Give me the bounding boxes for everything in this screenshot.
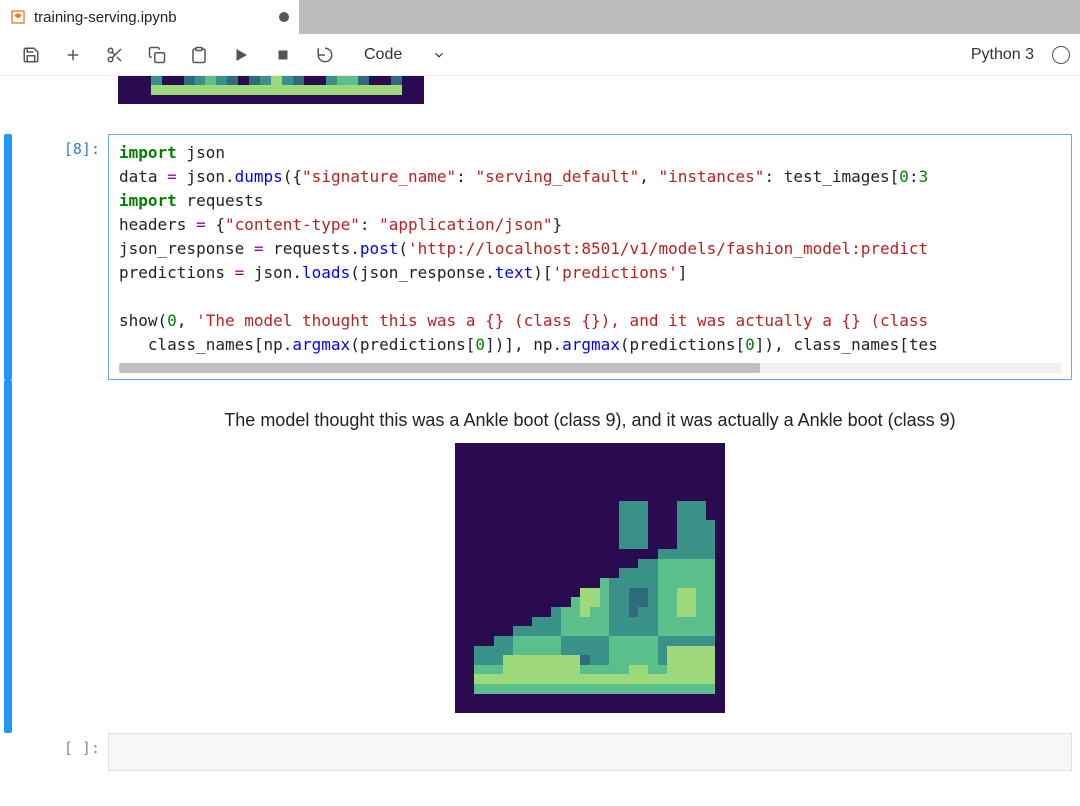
kernel-status-icon — [1052, 46, 1070, 64]
cell-collapser[interactable] — [4, 134, 12, 380]
notebook-tab[interactable]: training-serving.ipynb — [0, 0, 300, 34]
notebook-area[interactable]: [8]: import json data = json.dumps({"sig… — [0, 76, 1080, 806]
notebook-toolbar: Code Python 3 — [0, 34, 1080, 76]
save-button[interactable] — [10, 37, 52, 73]
horizontal-scrollbar[interactable] — [119, 363, 1061, 373]
interrupt-button[interactable] — [262, 37, 304, 73]
run-button[interactable] — [220, 37, 262, 73]
code-input-area[interactable] — [108, 733, 1072, 771]
tab-bar: training-serving.ipynb — [0, 0, 1080, 34]
scrollbar-thumb[interactable] — [119, 363, 760, 373]
restart-button[interactable] — [304, 37, 346, 73]
code-input-area[interactable]: import json data = json.dumps({"signatur… — [108, 134, 1072, 380]
dirty-indicator-icon — [279, 12, 289, 22]
cut-button[interactable] — [94, 37, 136, 73]
app-root: training-serving.ipynb Code Python 3 [8]… — [0, 0, 1080, 806]
output-prompt — [20, 380, 108, 733]
tab-title: training-serving.ipynb — [34, 9, 271, 26]
output-text: The model thought this was a Ankle boot … — [108, 380, 1072, 443]
output-image-wrap — [108, 443, 1072, 733]
paste-button[interactable] — [178, 37, 220, 73]
cell-collapser[interactable] — [4, 733, 12, 771]
prev-output-image — [118, 76, 424, 104]
cell-prompt: [8]: — [20, 134, 108, 380]
cell-type-label: Code — [364, 46, 402, 64]
output-collapser[interactable] — [4, 380, 12, 733]
kernel-name[interactable]: Python 3 — [971, 46, 1034, 64]
code-editor[interactable]: import json data = json.dumps({"signatur… — [119, 141, 1061, 357]
empty-code-cell[interactable]: [ ]: — [0, 733, 1080, 771]
jupyter-icon — [10, 9, 26, 25]
copy-button[interactable] — [136, 37, 178, 73]
chevron-down-icon — [432, 48, 446, 62]
cell-type-select[interactable]: Code — [356, 46, 454, 64]
code-cell-8[interactable]: [8]: import json data = json.dumps({"sig… — [0, 134, 1080, 380]
cell-prompt: [ ]: — [20, 733, 108, 771]
insert-cell-button[interactable] — [52, 37, 94, 73]
output-image — [455, 443, 725, 713]
code-editor[interactable] — [119, 740, 1061, 764]
output-cell-8: The model thought this was a Ankle boot … — [0, 380, 1080, 733]
